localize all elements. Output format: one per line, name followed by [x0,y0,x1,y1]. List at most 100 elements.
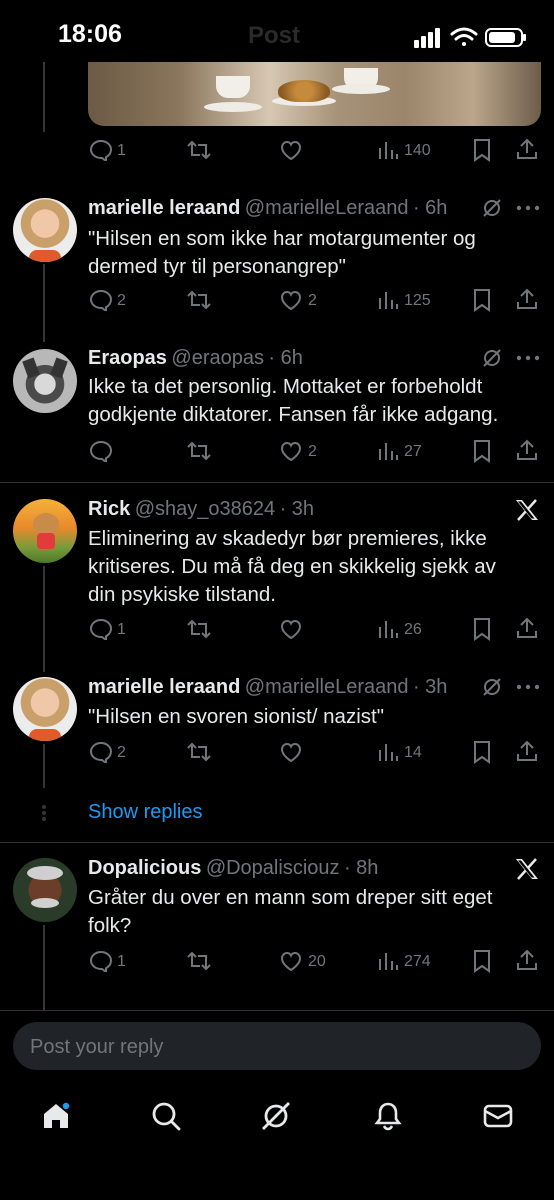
share-icon[interactable] [515,438,539,462]
thread-line [43,925,45,1010]
reply-header: Dopalicious @Dopalisciouz · 8h [88,857,378,880]
user-handle[interactable]: @eraopas [171,347,264,369]
post-time: · 8h [343,857,379,879]
reply-count: 1 [117,621,126,638]
like-icon[interactable] [279,741,303,763]
reply-count: 1 [117,142,126,159]
reply-text: Eliminering av skadedyr bør premieres, i… [88,527,496,606]
avatar[interactable] [13,349,77,413]
messages-icon[interactable] [482,1100,514,1132]
post-time: · 3h [279,498,315,520]
bookmark-icon[interactable] [472,138,492,162]
reply-input-placeholder[interactable]: Post your reply [30,1036,163,1059]
reply-icon[interactable] [89,289,113,311]
like-icon[interactable] [279,289,303,311]
like-icon[interactable] [279,950,303,972]
post-media-image[interactable] [88,62,541,126]
view-count: 274 [404,953,431,970]
reply-text: "Hilsen en som ikke har motargumenter og… [88,227,476,278]
display-name[interactable]: Rick [88,498,130,520]
divider [0,1010,554,1011]
user-handle[interactable]: @marielleLeraand [245,676,409,698]
page-title: Post [248,22,301,49]
like-count: 20 [308,953,326,970]
user-handle[interactable]: @Dopalisciouz [206,857,340,879]
bookmark-icon[interactable] [472,617,492,641]
reply-icon[interactable] [89,440,113,462]
avatar[interactable] [13,198,77,262]
repost-icon[interactable] [186,950,212,972]
reply-icon[interactable] [89,741,113,763]
reply-header: marielle leraand @marielleLeraand · 3h [88,676,447,699]
bookmark-icon[interactable] [472,439,492,463]
share-icon[interactable] [515,616,539,640]
wifi-icon [450,27,478,46]
share-icon[interactable] [515,287,539,311]
avatar[interactable] [13,499,77,563]
x-logo-icon[interactable] [514,498,540,522]
repost-icon[interactable] [186,440,212,462]
user-handle[interactable]: @marielleLeraand [245,197,409,219]
like-count: 2 [308,443,317,460]
views-icon[interactable] [377,140,399,160]
search-icon[interactable] [150,1100,182,1132]
divider [0,842,554,843]
avatar[interactable] [13,677,77,741]
divider [0,482,554,483]
display-name[interactable]: Eraopas [88,347,167,369]
share-icon[interactable] [515,948,539,972]
reply-text: "Hilsen en svoren sionist/ nazist" [88,705,384,728]
display-name[interactable]: marielle leraand [88,676,240,698]
repost-icon[interactable] [186,139,212,161]
reply-icon[interactable] [89,618,113,640]
thread-line [43,744,45,788]
repost-icon[interactable] [186,289,212,311]
more-icon[interactable] [516,205,540,211]
reply-icon[interactable] [89,139,113,161]
like-icon[interactable] [279,440,303,462]
user-handle[interactable]: @shay_o38624 [135,498,275,520]
x-logo-icon[interactable] [514,857,540,881]
show-replies-link[interactable]: Show replies [88,801,203,824]
grok-icon[interactable] [481,676,503,698]
share-icon[interactable] [515,739,539,763]
view-count: 14 [404,744,422,761]
reply-icon[interactable] [89,950,113,972]
status-time: 18:06 [58,20,122,48]
views-icon[interactable] [377,951,399,971]
view-count: 27 [404,443,422,460]
display-name[interactable]: Dopalicious [88,857,201,879]
bookmark-icon[interactable] [472,949,492,973]
bookmark-icon[interactable] [472,288,492,312]
reply-text: Ikke ta det personlig. Mottaket er forbe… [88,375,499,426]
grok-icon[interactable] [481,347,503,369]
view-count: 125 [404,292,431,309]
grok-icon[interactable] [481,197,503,219]
grok-icon[interactable] [260,1100,292,1132]
reply-header: Eraopas @eraopas · 6h [88,347,303,370]
like-icon[interactable] [279,618,303,640]
status-icons [414,27,526,48]
bookmark-icon[interactable] [472,740,492,764]
home-icon[interactable] [40,1100,72,1132]
notifications-icon[interactable] [372,1100,404,1132]
like-count: 2 [308,292,317,309]
reply-header: Rick @shay_o38624 · 3h [88,498,314,521]
reply-count: 2 [117,292,126,309]
views-icon[interactable] [377,290,399,310]
views-icon[interactable] [377,619,399,639]
views-icon[interactable] [377,742,399,762]
avatar[interactable] [13,858,77,922]
views-icon[interactable] [377,441,399,461]
more-icon[interactable] [516,684,540,690]
share-icon[interactable] [515,137,539,161]
view-count: 140 [404,142,431,159]
like-icon[interactable] [279,139,303,161]
display-name[interactable]: marielle leraand [88,197,240,219]
reply-count: 2 [117,744,126,761]
post-time: · 6h [268,347,303,369]
repost-icon[interactable] [186,618,212,640]
more-icon[interactable] [516,355,540,361]
repost-icon[interactable] [186,741,212,763]
reply-text: Gråter du over en mann som dreper sitt e… [88,886,493,937]
